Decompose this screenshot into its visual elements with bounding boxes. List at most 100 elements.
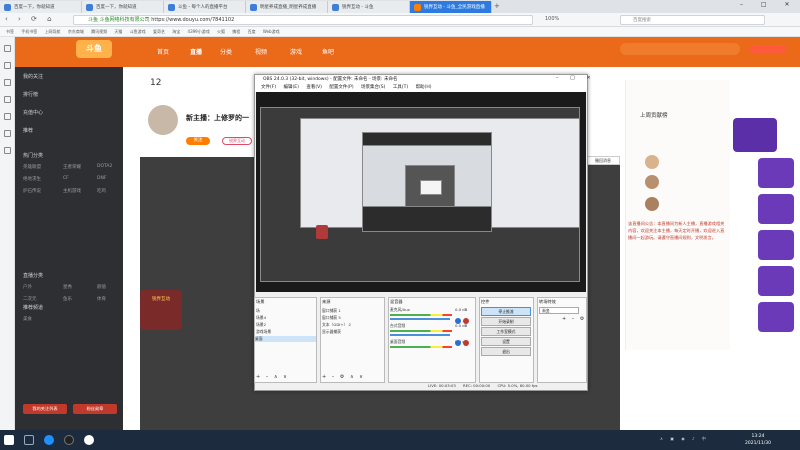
scene-toolbar[interactable]: + – ∧ ∨ (256, 374, 289, 380)
obs-menu-item[interactable]: 帮助(H) (416, 85, 432, 90)
nav-home[interactable]: 首页 (157, 47, 169, 56)
bookmark[interactable]: 京东商城 (68, 27, 84, 36)
sidebar-item[interactable]: CF (63, 176, 69, 181)
source-item[interactable]: 文本（GDI+） 2 (322, 322, 351, 328)
transition-select[interactable]: 渐变 (539, 307, 579, 314)
bookmark[interactable]: 斗鱼游戏 (130, 27, 146, 36)
download-icon[interactable] (4, 79, 11, 86)
obs-icon[interactable] (64, 435, 74, 445)
gear-icon[interactable] (463, 318, 469, 324)
sidebar-item[interactable]: DNF (97, 176, 106, 181)
browser-tab-active[interactable]: 锐界互动 - 斗鱼_全民游戏直播 (410, 1, 492, 13)
speaker-icon[interactable] (455, 318, 461, 324)
sidebar-section[interactable]: 我的关注 (23, 73, 43, 80)
note-icon[interactable] (4, 130, 11, 137)
sidebar-section[interactable]: 推荐频道 (23, 304, 43, 311)
bookmark[interactable]: 火狐 (217, 27, 225, 36)
nav-live[interactable]: 直播 (190, 47, 202, 56)
scene-item[interactable]: 场 (256, 308, 260, 314)
browser-tab[interactable]: 百度一下，你就知道 (0, 1, 82, 13)
sidebar-item[interactable]: DOTA2 (97, 164, 112, 169)
douyu-logo[interactable]: 斗鱼 (76, 40, 112, 58)
recall-popup[interactable]: 撤回消息 (586, 156, 620, 165)
window-controls[interactable]: – □ ✕ (740, 1, 798, 8)
rank-avatar[interactable] (645, 155, 659, 169)
sidebar-item[interactable]: 王者荣耀 (63, 164, 81, 170)
sidebar-section[interactable]: 排行榜 (23, 91, 38, 98)
sidebar-item[interactable]: 户外 (23, 284, 32, 290)
settings-button[interactable]: 设置 (481, 337, 531, 346)
scene-item[interactable]: 游戏场景 (256, 329, 271, 335)
studio-mode-button[interactable]: 工作室模式 (481, 327, 531, 336)
sidebar-item[interactable]: 星秀 (63, 284, 72, 290)
transition-toolbar[interactable]: + – ⚙ (562, 316, 586, 322)
sidebar-section[interactable]: 直播分类 (23, 272, 43, 279)
app-icon[interactable] (84, 435, 94, 445)
sidebar-item[interactable]: 主机游戏 (63, 188, 81, 194)
fan-badge-button[interactable]: 粉丝勋章 (73, 404, 117, 414)
gear-icon[interactable] (463, 340, 469, 346)
volume-slider[interactable] (390, 334, 450, 336)
promo-card[interactable] (758, 266, 794, 296)
new-tab-icon[interactable]: + (494, 2, 500, 10)
obs-menu-item[interactable]: 工具(T) (393, 85, 408, 90)
game-icon[interactable] (4, 147, 11, 154)
history-icon[interactable] (4, 62, 11, 69)
promo-card[interactable] (758, 302, 794, 332)
obs-menu-item[interactable]: 配置文件(P) (329, 85, 353, 90)
browser-tab[interactable]: 明星养成直播_明星养成直播 (246, 1, 328, 13)
obs-menu-item[interactable]: 查看(V) (306, 85, 322, 90)
obs-menu-item[interactable]: 场景集合(S) (361, 85, 385, 90)
browser-tab[interactable]: 斗鱼 - 每个人的直播平台 (164, 1, 246, 13)
source-item[interactable]: 窗口捕获 5 (322, 315, 341, 321)
start-icon[interactable] (4, 435, 14, 445)
sidebar-item[interactable]: 美食 (23, 316, 32, 322)
bookmark[interactable]: 携程 (232, 27, 240, 36)
promo-banner[interactable] (733, 118, 777, 152)
obs-menu-item[interactable]: 编辑(E) (284, 85, 299, 90)
promo-card[interactable] (758, 230, 794, 260)
start-recording-button[interactable]: 开始录制 (481, 317, 531, 326)
source-item[interactable]: 窗口捕获 1 (322, 308, 341, 314)
system-tray[interactable]: ∧ ▣ ◉ ♪ 中 (660, 436, 730, 444)
search-icon[interactable] (24, 435, 34, 445)
bookmark[interactable]: 百度 (248, 27, 256, 36)
browser-icon[interactable] (44, 435, 54, 445)
promo-card[interactable] (758, 194, 794, 224)
speaker-icon[interactable] (455, 340, 461, 346)
source-item[interactable]: 显示器捕获 (322, 329, 341, 335)
star-icon[interactable] (4, 45, 11, 52)
stop-streaming-button[interactable]: 停止推流 (481, 307, 531, 316)
rank-avatar[interactable] (645, 197, 659, 211)
exit-button[interactable]: 退出 (481, 347, 531, 356)
bookmark[interactable]: Web游戏 (263, 27, 280, 36)
sidebar-item[interactable]: 二次元 (23, 296, 37, 302)
nav-video[interactable]: 视频 (255, 47, 267, 56)
mail-icon[interactable] (4, 113, 11, 120)
follow-list-button[interactable]: 我的关注列表 (23, 404, 67, 414)
scene-item[interactable]: 场景4 (256, 315, 266, 321)
sidebar-item[interactable]: 吃鸡 (97, 188, 106, 194)
bookmark[interactable]: 上网导航 (45, 27, 61, 36)
bookmark[interactable]: 淘宝 (172, 27, 180, 36)
volume-slider[interactable] (390, 318, 450, 320)
nav-buttons[interactable]: ‹ › ⟳ ⌂ (5, 15, 56, 23)
rank-avatar[interactable] (645, 175, 659, 189)
taskbar-clock[interactable]: 13:24 2021/11/30 (738, 433, 778, 449)
sidebar-section[interactable]: 热门分类 (23, 152, 43, 159)
sidebar-item[interactable]: 炉石传说 (23, 188, 41, 194)
source-toolbar[interactable]: + – ⚙ ∧ ∨ (322, 374, 365, 380)
pc-client-button[interactable] (750, 45, 786, 54)
obs-menu-item[interactable]: 文件(F) (261, 85, 276, 90)
browser-search-input[interactable]: 百度搜索 (620, 15, 765, 25)
bookmark[interactable]: 手机书签 (21, 27, 37, 36)
bookmark[interactable]: 4399小游戏 (188, 27, 210, 36)
sidebar-section[interactable]: 推荐 (23, 127, 33, 134)
sidebar-item[interactable]: 鱼乐 (63, 296, 72, 302)
scene-item[interactable]: 场景2 (256, 322, 266, 328)
nav-fishbar[interactable]: 鱼吧 (322, 47, 334, 56)
sidebar-item[interactable]: 英雄联盟 (23, 164, 41, 170)
player-event-badge[interactable]: 锐界互动 (140, 290, 182, 330)
cart-icon[interactable] (4, 96, 11, 103)
sidebar-item[interactable]: 体育 (97, 296, 106, 302)
